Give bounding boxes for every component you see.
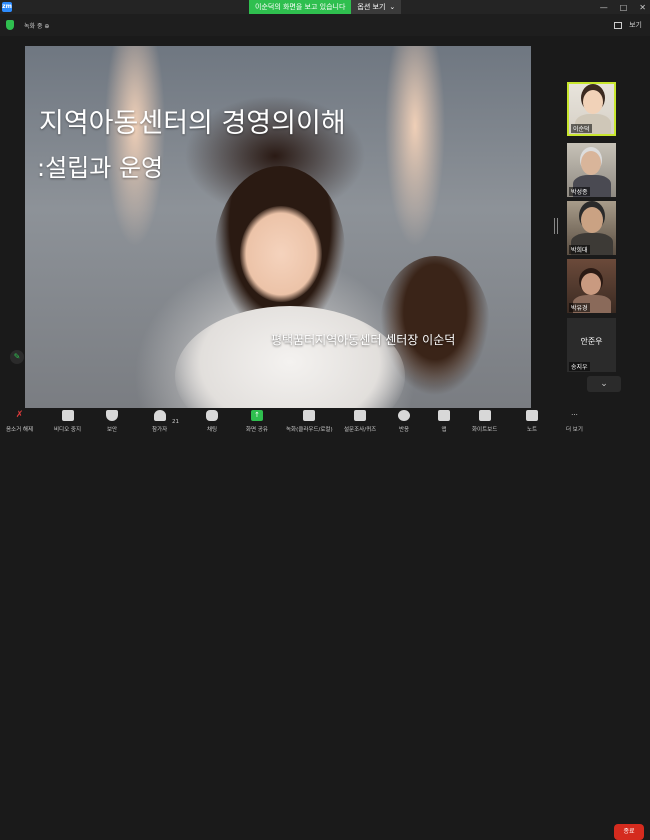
minimize-icon[interactable]: —: [600, 3, 608, 12]
video-icon: [61, 410, 74, 421]
notes-button[interactable]: 노트: [526, 410, 538, 433]
view-options-label: 옵션 보기: [357, 3, 386, 11]
participant-name: 박희대: [569, 245, 590, 254]
chat-icon: [206, 410, 218, 421]
more-button[interactable]: ··· 더 보기: [566, 410, 583, 433]
participant-tile[interactable]: 박희대: [567, 201, 616, 255]
reactions-button[interactable]: 반응: [398, 410, 410, 433]
reaction-icon: [398, 410, 410, 421]
gallery-view-icon[interactable]: [614, 22, 622, 29]
shared-screen[interactable]: 지역아동센터의 경영의이해 :설립과 운영 평택꿈터지역아동센터 센터장 이순덕: [25, 46, 531, 408]
participant-tile[interactable]: 박성종: [567, 143, 616, 197]
slide-subtitle: :설립과 운영: [37, 154, 164, 182]
participant-video: [581, 207, 603, 233]
chevron-down-icon: ⌄: [389, 3, 396, 11]
participant-name: 이순덕: [571, 124, 592, 133]
record-icon: [303, 410, 316, 421]
participant-tile[interactable]: 박유경: [567, 259, 616, 313]
participant-display-name: 안준우: [580, 337, 603, 346]
chevron-down-icon[interactable]: ⌄: [587, 376, 621, 392]
slide-title: 지역아동센터의 경영의이해: [39, 108, 346, 139]
view-button[interactable]: 보기: [629, 20, 642, 30]
slide-presenter: 평택꿈터지역아동센터 센터장 이순덕: [271, 333, 456, 347]
more-icon: ···: [571, 411, 578, 419]
participant-tile[interactable]: 안준우 송지우: [567, 318, 616, 372]
annotate-pen-icon[interactable]: ✎: [10, 350, 24, 364]
meeting-info-text[interactable]: 녹화 중 ⊕: [24, 21, 49, 30]
participant-name: 박유경: [569, 303, 590, 312]
participants-button[interactable]: 참가자: [152, 410, 167, 433]
face-shape: [240, 206, 322, 302]
poll-icon: [354, 410, 367, 421]
record-button[interactable]: 녹화(클라우드/로컬): [286, 410, 333, 433]
notes-icon: [526, 410, 538, 421]
shield-icon: [106, 410, 118, 421]
participant-name: 박성종: [569, 187, 590, 196]
meeting-info-row: 녹화 중 ⊕ 보기: [0, 14, 650, 36]
stop-video-button[interactable]: 비디오 중지: [54, 410, 81, 433]
chat-button[interactable]: 채팅: [206, 410, 218, 433]
participant-count-badge: 21: [172, 419, 179, 425]
zoom-logo-icon: zm: [2, 2, 12, 12]
close-icon[interactable]: ✕: [639, 3, 646, 12]
mute-button[interactable]: ✗ 음소거 해제: [6, 410, 33, 433]
participants-icon: [153, 410, 166, 421]
whiteboard-icon: [478, 410, 491, 421]
mic-off-icon: ✗: [15, 410, 24, 420]
share-screen-icon: ↑: [251, 410, 263, 421]
window-controls: — □ ✕: [600, 0, 646, 14]
participant-tile[interactable]: 이순덕: [567, 82, 616, 136]
title-bar: zm 이순덕의 화면을 보고 있습니다 옵션 보기 ⌄ — □ ✕: [0, 0, 650, 14]
apps-icon: [438, 410, 450, 421]
security-button[interactable]: 보안: [106, 410, 118, 433]
share-banner: 이순덕의 화면을 보고 있습니다 옵션 보기 ⌄: [249, 0, 402, 14]
meeting-toolbar: ✗ 음소거 해제 비디오 중지 보안 참가자 21 채팅 ↑ 화면 공유 녹화(…: [0, 408, 650, 840]
maximize-icon[interactable]: □: [620, 3, 628, 12]
polls-button[interactable]: 설문조사/퀴즈: [344, 410, 376, 433]
participant-video: [583, 90, 603, 114]
participant-name: 송지우: [569, 362, 590, 371]
security-shield-icon[interactable]: [6, 20, 14, 30]
participant-video: [581, 273, 601, 295]
participant-video: [581, 151, 601, 175]
view-options-button[interactable]: 옵션 보기 ⌄: [351, 0, 402, 14]
viewing-share-label: 이순덕의 화면을 보고 있습니다: [249, 0, 352, 14]
panel-splitter-handle[interactable]: [554, 218, 558, 234]
share-screen-button[interactable]: ↑ 화면 공유: [246, 410, 268, 433]
end-meeting-button[interactable]: 종료: [614, 824, 644, 840]
whiteboard-button[interactable]: 화이트보드: [472, 410, 497, 433]
apps-button[interactable]: 앱: [438, 410, 450, 433]
